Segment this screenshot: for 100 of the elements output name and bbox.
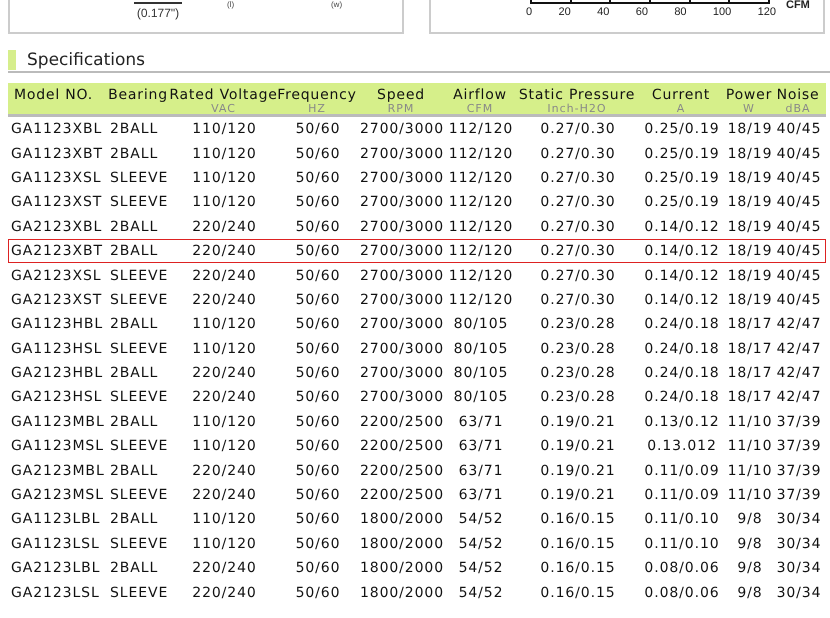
table-row[interactable]: GA2123MBL 2BALL 220/240 50/60 2200/2500 63/71 0.19/0.21 0.11/0.09 11/10 37/39 bbox=[8, 458, 826, 483]
table-cell-text: 2BALL bbox=[109, 243, 160, 260]
table-cell-text: 2BALL bbox=[109, 316, 160, 332]
table-cell-text: 40/45 bbox=[776, 146, 822, 162]
table-cell-text: 0.27/0.30 bbox=[539, 268, 617, 284]
table-cell-text: 112/120 bbox=[448, 218, 514, 235]
table-cell-text: 112/120 bbox=[448, 121, 514, 138]
table-cell-text: 42/47 bbox=[776, 389, 822, 406]
table-row[interactable]: GA1123XBT 2BALL 110/120 50/60 2700/3000 112/120 0.27/0.30 0.25/0.19 18/19 40/45 bbox=[8, 141, 826, 166]
table-row[interactable]: GA1123MBL 2BALL 110/120 50/60 2200/2500 63/71 0.19/0.21 0.13/0.12 11/10 37/39 bbox=[8, 410, 826, 434]
table-cell-text: 0.24/0.18 bbox=[643, 316, 721, 332]
table-cell-text: 80/105 bbox=[452, 340, 510, 357]
table-cell-text: 37/39 bbox=[776, 487, 822, 504]
axis-label: (w) bbox=[331, 0, 342, 9]
table-cell-text: SLEEVE bbox=[109, 438, 170, 454]
table-row[interactable]: GA2123XBT 2BALL 220/240 50/60 2700/3000 112/120 0.27/0.30 0.14/0.12 18/19 40/45 bbox=[8, 238, 826, 264]
table-cell-text: 220/240 bbox=[191, 292, 258, 308]
table-row[interactable]: GA2123LSL SLEEVE 220/240 50/60 1800/2000 54/52 0.16/0.15 0.08/0.06 9/8 30/34 bbox=[8, 580, 826, 605]
table-cell: 2700/3000 bbox=[359, 146, 445, 162]
table-cell-text: 110/120 bbox=[191, 340, 258, 357]
table-cell-text: GA1123HSL bbox=[10, 340, 104, 357]
table-row[interactable]: GA1123HSL SLEEVE 110/120 50/60 2700/3000 80/105 0.23/0.28 0.24/0.18 18/17 42/47 bbox=[8, 336, 826, 361]
section-title: Specifications bbox=[27, 50, 146, 70]
table-cell-text: SLEEVE bbox=[109, 487, 170, 504]
table-cell-text: 0.19/0.21 bbox=[539, 487, 617, 504]
table-row[interactable]: GA1123MSL SLEEVE 110/120 50/60 2200/2500 63/71 0.19/0.21 0.13.012 11/10 37/39 bbox=[8, 434, 826, 458]
table-cell-text: GA1123XBL bbox=[10, 121, 104, 138]
table-row[interactable]: GA2123XSL SLEEVE 220/240 50/60 2700/3000 112/120 0.27/0.30 0.14/0.12 18/19 40/45 bbox=[8, 263, 826, 288]
table-cell-text: 112/120 bbox=[448, 170, 514, 186]
table-cell-text: 110/120 bbox=[191, 316, 258, 332]
column-unit: CFM bbox=[466, 103, 494, 115]
table-cell-text: 0.25/0.19 bbox=[643, 194, 721, 210]
table-cell-text: 42/47 bbox=[776, 340, 822, 357]
table-row[interactable]: GA2123HBL 2BALL 220/240 50/60 2700/3000 80/105 0.23/0.28 0.24/0.18 18/17 42/47 bbox=[8, 360, 826, 386]
table-row[interactable]: GA1123XBL 2BALL 110/120 50/60 2700/3000 112/120 0.27/0.30 0.25/0.19 18/19 40/45 bbox=[8, 117, 826, 142]
table-row[interactable]: GA2123XST SLEEVE 220/240 50/60 2700/3000 112/120 0.27/0.30 0.14/0.12 18/19 40/45 bbox=[8, 288, 826, 312]
table-row[interactable]: GA2123MSL SLEEVE 220/240 50/60 2200/2500 63/71 0.19/0.21 0.11/0.09 11/10 37/39 bbox=[8, 482, 826, 508]
table-cell-text: GA1123MBL bbox=[10, 414, 106, 430]
table-cell-text: 50/60 bbox=[294, 438, 342, 454]
table-cell-text: 220/240 bbox=[191, 243, 258, 260]
table-cell-text: 110/120 bbox=[191, 511, 258, 528]
table-row[interactable]: GA1123HBL 2BALL 110/120 50/60 2700/3000 80/105 0.23/0.28 0.24/0.18 18/17 42/47 bbox=[8, 312, 826, 337]
table-cell-text: 40/45 bbox=[776, 194, 822, 210]
table-row[interactable]: GA1123LBL 2BALL 110/120 50/60 1800/2000 54/52 0.16/0.15 0.11/0.10 9/8 30/34 bbox=[8, 507, 826, 532]
table-cell-text: 0.08/0.06 bbox=[643, 560, 721, 576]
table-cell-text: 0.25/0.19 bbox=[643, 170, 721, 186]
table-cell-text: 2BALL bbox=[109, 511, 160, 528]
table-cell-text: 18/19 bbox=[726, 218, 774, 235]
table-cell-text: 112/120 bbox=[448, 292, 514, 308]
table-cell-text: 40/45 bbox=[776, 121, 822, 138]
axis-unit: CFM bbox=[786, 0, 810, 11]
table-cell-text: 0.27/0.30 bbox=[539, 146, 617, 162]
table-cell-text: 18/17 bbox=[726, 316, 774, 332]
table-cell-text: 63/71 bbox=[458, 487, 504, 504]
dimension-label: (0.177") bbox=[136, 6, 180, 20]
table-cell-text: 110/120 bbox=[191, 170, 258, 186]
tick-label: 40 bbox=[597, 6, 610, 18]
column-unit: RPM bbox=[388, 103, 414, 115]
table-cell-text: 80/105 bbox=[452, 365, 510, 382]
table-cell-text: 37/39 bbox=[776, 438, 822, 454]
table-cell-text: 40/45 bbox=[776, 218, 822, 235]
table-cell-text: SLEEVE bbox=[109, 194, 170, 210]
table-cell-text: 110/120 bbox=[191, 146, 258, 162]
table-cell-text: 2BALL bbox=[109, 462, 160, 479]
table-cell-text: GA2123MBL bbox=[10, 462, 106, 479]
section-marker bbox=[8, 50, 16, 70]
table-cell-text: 0.27/0.30 bbox=[539, 121, 617, 138]
table-cell-text: 30/34 bbox=[776, 511, 822, 528]
table-cell-text: GA1123LSL bbox=[10, 536, 101, 552]
table-row[interactable]: GA1123LSL SLEEVE 110/120 50/60 1800/2000 54/52 0.16/0.15 0.11/0.10 9/8 30/34 bbox=[8, 532, 826, 556]
table-cell-text: 11/10 bbox=[726, 438, 774, 454]
table-cell-text: GA2123XBL bbox=[10, 218, 104, 235]
table-cell-text: 9/8 bbox=[736, 511, 764, 528]
table-cell-text: 30/34 bbox=[776, 584, 822, 601]
table-cell: 2700/3000 bbox=[359, 243, 445, 260]
table-cell-text: 50/60 bbox=[294, 389, 342, 406]
table-cell-text: 0.11/0.09 bbox=[643, 462, 721, 479]
table-row[interactable]: GA2123HSL SLEEVE 220/240 50/60 2700/3000 80/105 0.23/0.28 0.24/0.18 18/17 42/47 bbox=[8, 385, 826, 410]
table-row[interactable]: GA1123XSL SLEEVE 110/120 50/60 2700/3000 112/120 0.27/0.30 0.25/0.19 18/19 40/45 bbox=[8, 166, 826, 190]
column-header: Static Pressure bbox=[518, 87, 636, 103]
table-cell-text: GA2123LBL bbox=[10, 560, 102, 576]
table-cell-text: 54/52 bbox=[458, 536, 504, 552]
tick-label: 80 bbox=[674, 6, 687, 18]
table-cell-text: 2BALL bbox=[109, 560, 160, 576]
table-cell-text: SLEEVE bbox=[109, 292, 170, 308]
table-row[interactable]: GA2123XBL 2BALL 220/240 50/60 2700/3000 112/120 0.27/0.30 0.14/0.12 18/19 40/45 bbox=[8, 214, 826, 239]
axis-label: (l) bbox=[227, 0, 234, 9]
table-cell-text: 37/39 bbox=[776, 462, 822, 479]
table-cell-text: GA1123MSL bbox=[10, 438, 105, 454]
tick-label: 120 bbox=[758, 6, 776, 18]
table-row[interactable]: GA1123XST SLEEVE 110/120 50/60 2700/3000 112/120 0.27/0.30 0.25/0.19 18/19 40/45 bbox=[8, 190, 826, 215]
table-cell-text: 220/240 bbox=[191, 268, 258, 284]
table-cell-text: GA1123XSL bbox=[10, 170, 102, 186]
tick-label: 20 bbox=[558, 6, 571, 18]
table-cell: 2200/2500 bbox=[359, 487, 445, 504]
table-cell: 2700/3000 bbox=[359, 194, 445, 210]
column-unit: W bbox=[743, 103, 755, 115]
table-cell-text: 220/240 bbox=[191, 560, 258, 576]
table-cell-text: 18/17 bbox=[726, 340, 774, 357]
table-row[interactable]: GA2123LBL 2BALL 220/240 50/60 1800/2000 54/52 0.16/0.15 0.08/0.06 9/8 30/34 bbox=[8, 556, 826, 580]
